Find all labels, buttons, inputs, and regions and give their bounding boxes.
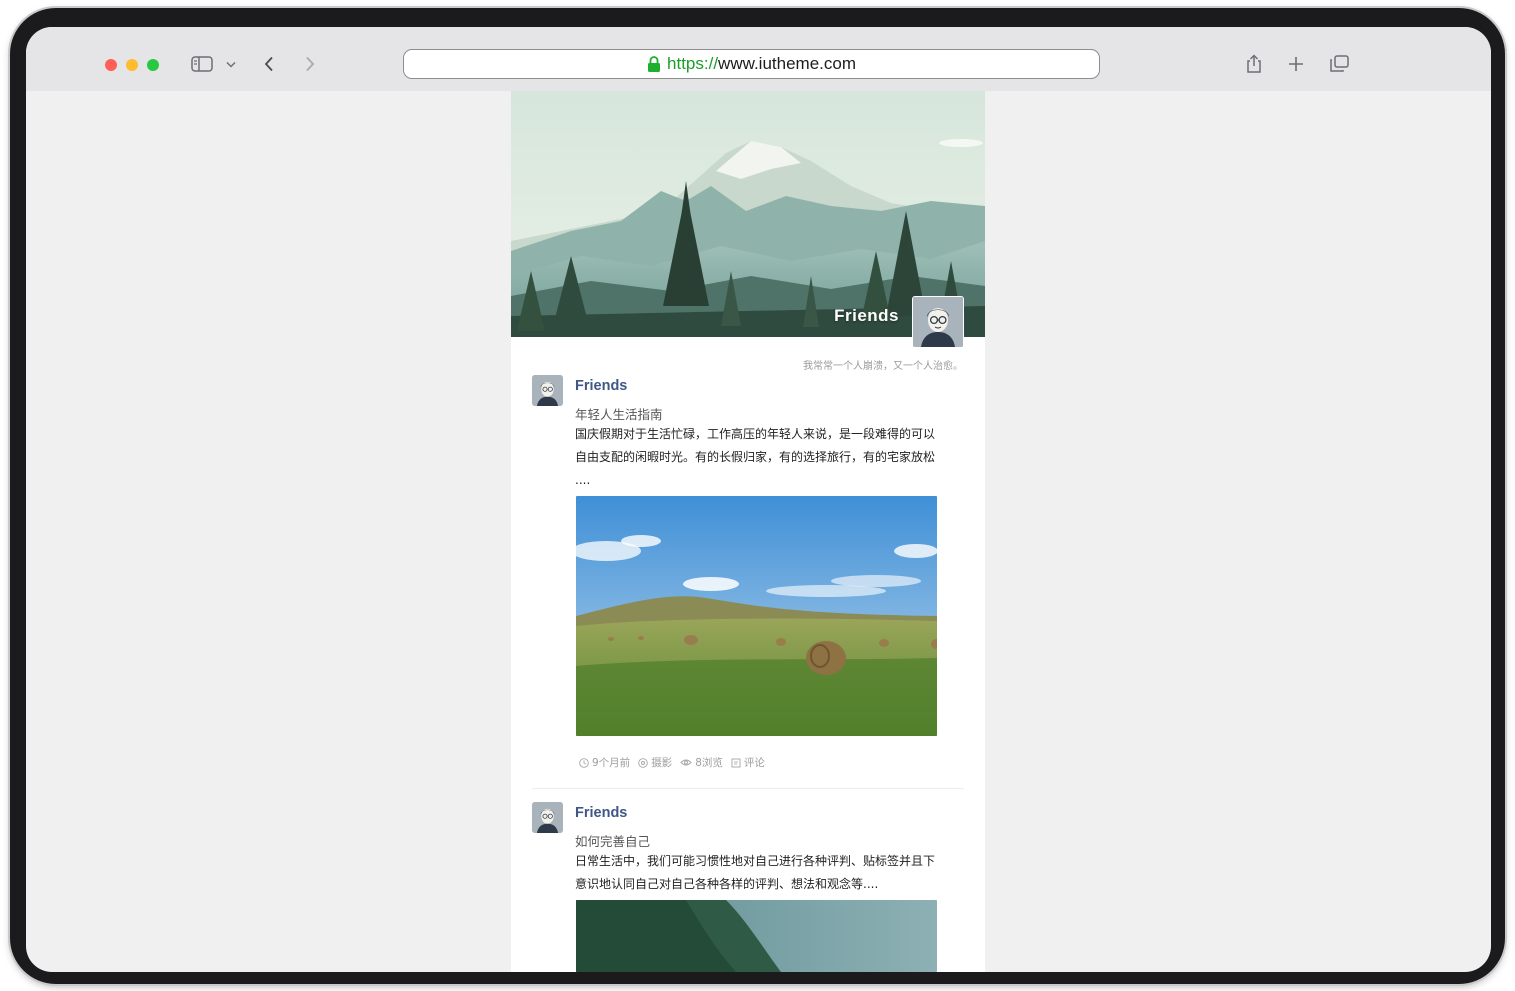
category-icon xyxy=(638,757,648,768)
sidebar-icon[interactable] xyxy=(190,51,214,77)
post-author-name[interactable]: Friends xyxy=(575,805,627,821)
coastline-image xyxy=(576,900,937,972)
browser-window: https://www.iutheme.com Friends 我常常一个人崩溃… xyxy=(26,27,1491,972)
post-author-avatar[interactable] xyxy=(532,802,563,833)
post-comments-text[interactable]: 评论 xyxy=(744,755,765,770)
post-category[interactable]: 摄影 xyxy=(638,755,672,770)
profile-motto: 我常常一个人崩溃，又一个人治愈。 xyxy=(803,361,963,372)
lock-icon xyxy=(647,56,661,72)
clock-icon xyxy=(579,757,589,768)
post-title[interactable]: 年轻人生活指南 xyxy=(575,404,663,423)
post-author-avatar[interactable] xyxy=(532,375,563,406)
page-content: Friends 我常常一个人崩溃，又一个人治愈。 Friends 年轻人生活指南… xyxy=(511,91,985,972)
post-excerpt: 国庆假期对于生活忙碌，工作高压的年轻人来说，是一段难得的可以自由支配的闲暇时光。… xyxy=(575,427,936,487)
chevron-down-icon[interactable] xyxy=(225,51,237,77)
comment-icon xyxy=(731,758,741,767)
back-icon[interactable] xyxy=(262,51,276,77)
url-host: www.iutheme.com xyxy=(718,54,856,73)
post-comments[interactable]: 评论 xyxy=(731,755,765,770)
profile-avatar[interactable] xyxy=(912,296,964,348)
post-time-text: 9个月前 xyxy=(592,757,631,769)
post-author-name[interactable]: Friends xyxy=(575,378,627,394)
minimize-window-button[interactable] xyxy=(126,59,138,71)
post-views: 8浏览 xyxy=(680,755,723,770)
meadow-hay-bales-image xyxy=(576,496,937,736)
cartoon-avatar-icon xyxy=(532,802,563,833)
tabs-icon[interactable] xyxy=(1328,51,1350,77)
post-category-text[interactable]: 摄影 xyxy=(651,755,672,770)
device-frame: https://www.iutheme.com Friends 我常常一个人崩溃… xyxy=(10,8,1505,984)
post-divider xyxy=(532,788,964,789)
post-excerpt: 日常生活中，我们可能习惯性地对自己进行各种评判、贴标签并且下意识地认同自己对自己… xyxy=(575,854,936,891)
forward-icon[interactable] xyxy=(303,51,317,77)
close-window-button[interactable] xyxy=(105,59,117,71)
post-views-text: 8浏览 xyxy=(695,757,723,769)
cartoon-avatar-icon xyxy=(532,375,563,406)
post-time: 9个月前 xyxy=(579,755,630,770)
post-meta: 9个月前 摄影 8浏览 评论 xyxy=(579,755,769,770)
profile-name: Friends xyxy=(834,306,899,325)
browser-toolbar: https://www.iutheme.com xyxy=(26,27,1491,91)
cartoon-avatar-icon xyxy=(913,297,963,347)
zoom-window-button[interactable] xyxy=(147,59,159,71)
plus-icon[interactable] xyxy=(1286,51,1306,77)
url-scheme: https:// xyxy=(667,54,719,73)
post-title[interactable]: 如何完善自己 xyxy=(575,831,650,850)
address-bar[interactable]: https://www.iutheme.com xyxy=(403,49,1100,79)
eye-icon xyxy=(680,759,692,766)
post-image[interactable] xyxy=(576,900,937,972)
post-image[interactable] xyxy=(576,496,937,736)
share-icon[interactable] xyxy=(1244,51,1264,77)
